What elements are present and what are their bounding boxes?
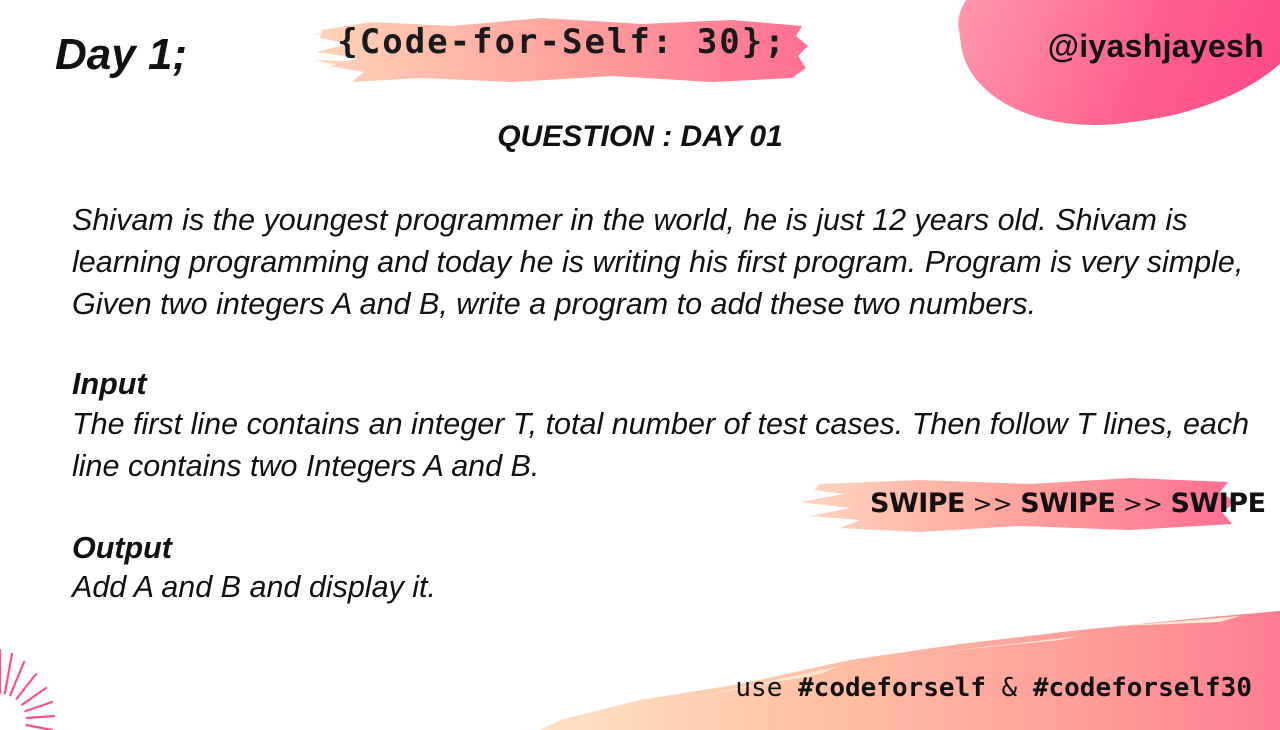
footer-prefix: use: [735, 673, 783, 703]
swipe-separator: >>: [972, 490, 1013, 518]
hashtag-codeforself30: #codeforself30: [1032, 673, 1252, 703]
hashtag-codeforself: #codeforself: [798, 673, 986, 703]
swipe-separator: >>: [1122, 490, 1164, 518]
footer-brush-stroke: [540, 610, 1280, 730]
swipe-prompt: SWIPE >> SWIPE >> SWIPE: [870, 488, 1266, 519]
series-title: {Code-for-Self: 30};: [337, 22, 787, 62]
output-label: Output: [72, 531, 172, 565]
day-title: Day 1;: [55, 30, 188, 79]
swipe-word: SWIPE: [1170, 488, 1267, 519]
swipe-word: SWIPE: [870, 488, 966, 519]
problem-statement: Shivam is the youngest programmer in the…: [72, 203, 1244, 321]
hashtag-footer: use #codeforself & #codeforself30: [735, 673, 1252, 703]
question-heading: QUESTION : DAY 01: [497, 120, 783, 153]
swipe-word: SWIPE: [1020, 488, 1116, 519]
input-label: Input: [72, 367, 147, 401]
decorative-burst-icon: [0, 648, 56, 730]
footer-amp: &: [1001, 673, 1018, 703]
author-handle: @iyashjayesh: [1047, 28, 1264, 64]
